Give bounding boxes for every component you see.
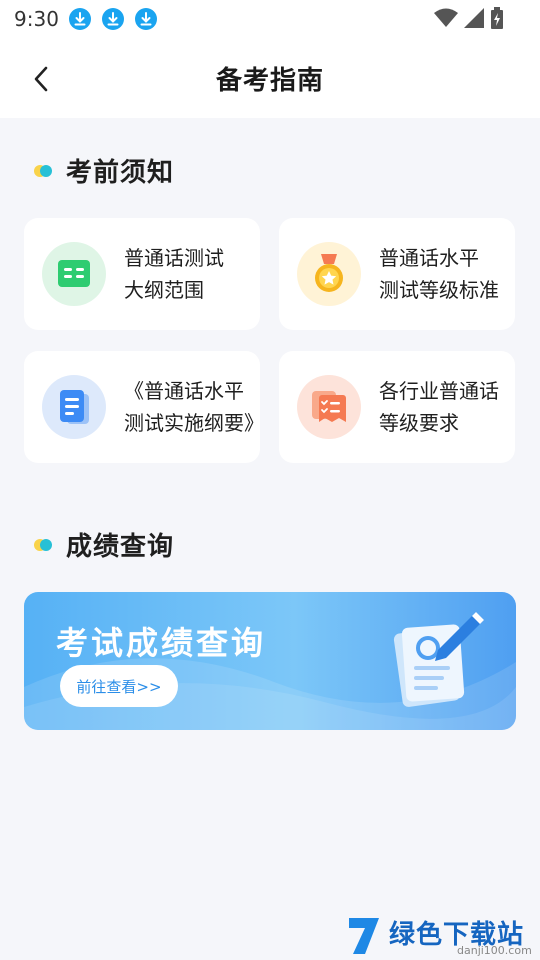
card-industry-requirements[interactable]: 各行业普通话 等级要求	[279, 351, 515, 463]
card-label-line: 等级要求	[379, 411, 459, 435]
checklist-icon	[297, 375, 361, 439]
section-title: 考前须知	[66, 158, 175, 188]
score-query-banner[interactable]: 考试成绩查询 前往查看>>	[24, 592, 516, 730]
section-dots-icon	[34, 538, 56, 551]
section-pre-exam: 考前须知	[34, 152, 174, 189]
document-icon	[42, 375, 106, 439]
watermark-url: danji100.com	[457, 944, 532, 957]
download-notification-icon	[134, 8, 157, 30]
exam-paper-pen-icon	[393, 612, 484, 707]
download-notification-icon	[68, 8, 91, 30]
section-score: 成绩查询	[34, 526, 174, 563]
card-implementation-outline[interactable]: 《普通话水平 测试实施纲要》	[24, 351, 264, 463]
watermark-logo: 绿色下载站 danji100.com	[345, 912, 535, 960]
medal-icon	[297, 242, 361, 306]
page-title: 备考指南	[215, 65, 324, 96]
status-time: 9:30	[14, 7, 59, 31]
section-title: 成绩查询	[66, 532, 175, 562]
card-outline-scope[interactable]: 普通话测试 大纲范围	[24, 218, 260, 330]
nav-header: 备考指南	[0, 38, 540, 118]
section-dots-icon	[34, 164, 56, 177]
card-label-line: 各行业普通话	[379, 379, 499, 403]
view-scores-button[interactable]: 前往查看>>	[60, 665, 178, 707]
card-label-line: 《普通话水平	[124, 379, 244, 403]
wifi-icon	[434, 8, 458, 32]
card-label-line: 大纲范围	[124, 278, 204, 302]
download-notification-icon	[101, 8, 124, 30]
battery-icon	[490, 7, 504, 33]
back-button[interactable]	[28, 66, 54, 92]
card-label-line: 测试实施纲要》	[124, 411, 264, 435]
banner-title: 考试成绩查询	[56, 624, 267, 662]
card-label-line: 测试等级标准	[379, 278, 499, 302]
card-label-line: 普通话测试	[124, 246, 224, 270]
status-bar: 9:30	[0, 0, 540, 38]
card-level-standard[interactable]: 普通话水平 测试等级标准	[279, 218, 515, 330]
card-label-line: 普通话水平	[379, 246, 479, 270]
book-icon	[42, 242, 106, 306]
signal-icon	[464, 8, 484, 32]
chevron-left-icon	[34, 66, 48, 92]
watermark-logo-icon	[349, 918, 379, 954]
